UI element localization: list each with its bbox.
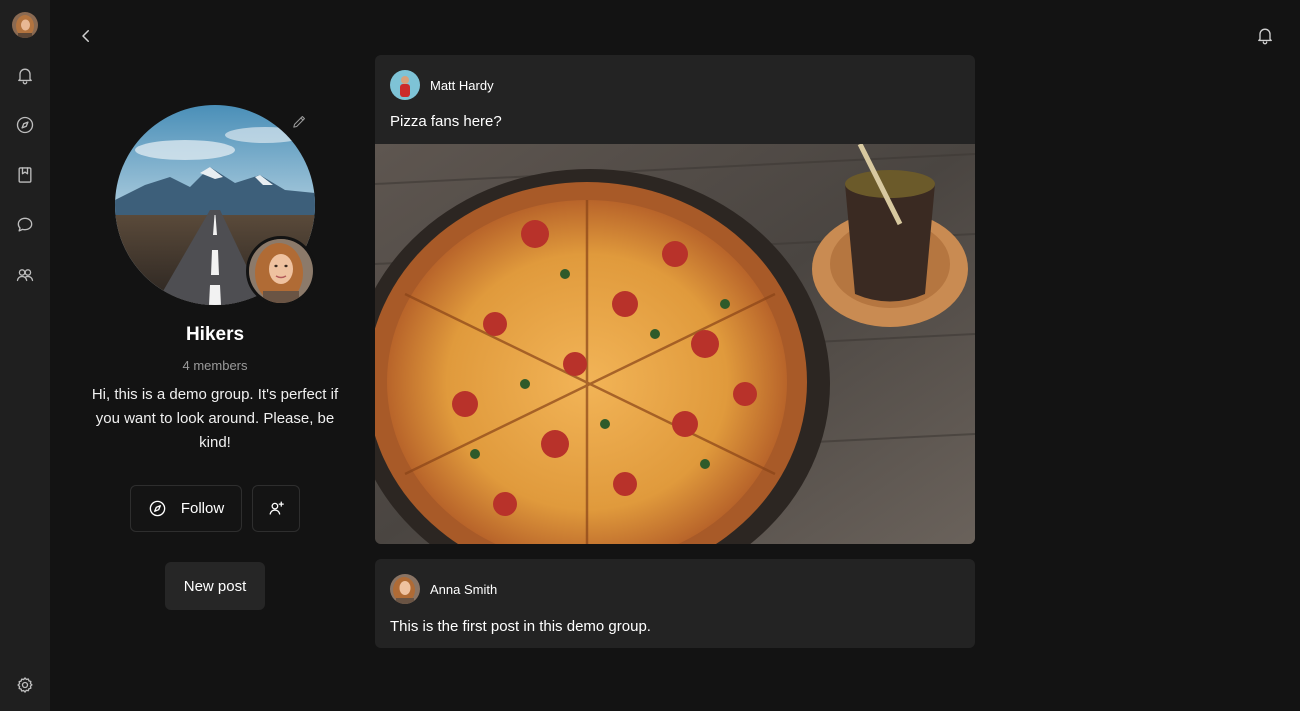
author-avatar[interactable] [390, 70, 420, 100]
post-text: This is the first post in this demo grou… [390, 618, 651, 635]
chat-icon [17, 217, 33, 232]
current-user-avatar[interactable] [12, 12, 38, 38]
sidebar-settings[interactable] [12, 672, 38, 698]
chevron-left-icon [82, 30, 89, 42]
notifications-button[interactable] [1253, 23, 1277, 47]
author-avatar[interactable] [390, 574, 420, 604]
post-card: Anna Smith This is the first post in thi… [375, 559, 975, 648]
people-icon [16, 269, 34, 282]
bookmark-icon [18, 167, 32, 183]
bell-icon [1258, 28, 1272, 45]
app-root: Hikers 4 members Hi, this is a demo grou… [0, 0, 1300, 711]
sidebar-explore[interactable] [12, 112, 38, 138]
follow-label: Follow [180, 500, 225, 517]
group-name: Hikers [185, 324, 245, 345]
pencil-icon [292, 115, 305, 128]
new-post-button[interactable]: New post [165, 562, 265, 610]
bell-icon [18, 68, 32, 85]
add-user-icon [269, 501, 284, 515]
compass-icon [16, 116, 34, 134]
sidebar-messages[interactable] [12, 212, 38, 238]
sidebar [0, 0, 50, 711]
edit-group-button[interactable] [288, 110, 310, 132]
post-header: Matt Hardy [390, 70, 494, 100]
post-card: Matt Hardy Pizza fans here? [375, 55, 975, 544]
follow-button[interactable]: Follow [130, 485, 242, 532]
sidebar-groups[interactable] [12, 262, 38, 288]
post-author[interactable]: Matt Hardy [430, 78, 494, 93]
sidebar-notifications[interactable] [12, 62, 38, 88]
post-image[interactable] [375, 142, 975, 544]
post-author[interactable]: Anna Smith [430, 582, 497, 597]
post-header: Anna Smith [390, 574, 497, 604]
invite-member-button[interactable] [252, 485, 300, 532]
sidebar-bookmarks[interactable] [12, 162, 38, 188]
back-button[interactable] [74, 24, 98, 48]
group-owner-avatar[interactable] [246, 236, 316, 306]
group-member-count[interactable]: 4 members [80, 358, 350, 373]
post-text: Pizza fans here? [390, 113, 502, 130]
compass-icon [149, 500, 166, 517]
group-description: Hi, this is a demo group. It's perfect i… [91, 386, 339, 451]
gear-icon [17, 677, 33, 693]
